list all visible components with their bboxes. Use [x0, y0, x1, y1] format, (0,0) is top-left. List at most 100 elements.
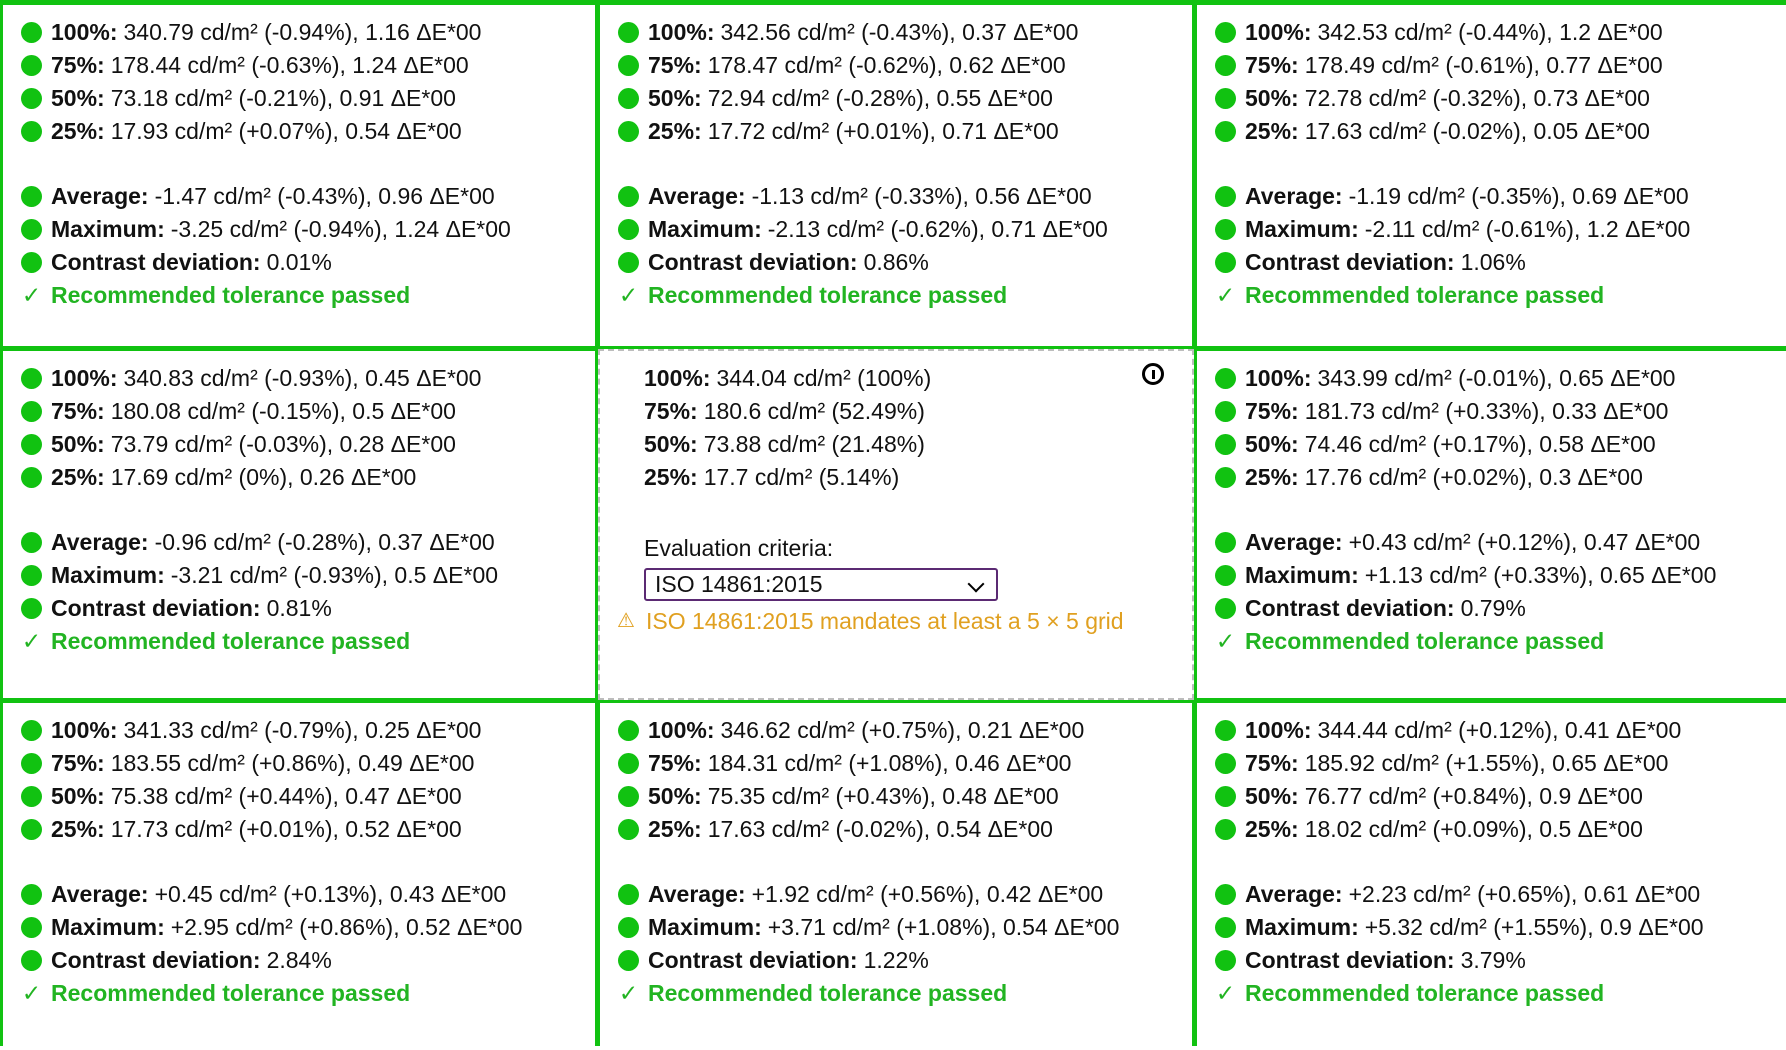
- measurement-value: 0.01%: [266, 249, 332, 275]
- status-dot-icon: [21, 55, 42, 76]
- measurement-label: 75%:: [1245, 750, 1299, 776]
- measurement-value: +0.43 cd/m² (+0.12%), 0.47 ΔE*00: [1348, 529, 1701, 555]
- measurement-value: 1.22%: [863, 947, 929, 973]
- measurement-value: 0.79%: [1460, 595, 1526, 621]
- measurement-line: 50%: 72.94 cd/m² (-0.28%), 0.55 ΔE*00: [618, 82, 1192, 115]
- warning-icon: ⚠: [617, 610, 635, 632]
- measurement-label: Average:: [51, 183, 149, 209]
- measurement-line: 100%: 340.79 cd/m² (-0.94%), 1.16 ΔE*00: [21, 16, 595, 49]
- status-dot-icon: [21, 753, 42, 774]
- measurement-value: -1.13 cd/m² (-0.33%), 0.56 ΔE*00: [751, 183, 1092, 209]
- reference-line-label: 100%:: [644, 365, 711, 391]
- measurement-line: 25%: 17.69 cd/m² (0%), 0.26 ΔE*00: [21, 461, 595, 494]
- measurement-label: Average:: [648, 881, 746, 907]
- measurement-line: 25%: 17.93 cd/m² (+0.07%), 0.54 ΔE*00: [21, 115, 595, 148]
- measurement-value: +1.13 cd/m² (+0.33%), 0.65 ΔE*00: [1364, 562, 1717, 588]
- status-dot-icon: [1215, 467, 1236, 488]
- status-dot-icon: [21, 917, 42, 938]
- warning-text: ISO 14861:2015 mandates at least a 5 × 5…: [646, 608, 1124, 634]
- measurement-value: 72.78 cd/m² (-0.32%), 0.73 ΔE*00: [1304, 85, 1650, 111]
- measurement-line: 100%: 346.62 cd/m² (+0.75%), 0.21 ΔE*00: [618, 714, 1192, 747]
- status-dot-icon: [1215, 401, 1236, 422]
- measurement-value: +2.95 cd/m² (+0.86%), 0.52 ΔE*00: [170, 914, 523, 940]
- reference-line-value: 344.04 cd/m² (100%): [716, 365, 932, 391]
- checkmark-icon: ✓: [21, 282, 42, 308]
- measurement-label: Average:: [648, 183, 746, 209]
- status-dot-icon: [1215, 532, 1236, 553]
- measurement-value: 342.53 cd/m² (-0.44%), 1.2 ΔE*00: [1317, 19, 1663, 45]
- measurement-label: 25%:: [51, 118, 105, 144]
- measurement-line: 75%: 178.44 cd/m² (-0.63%), 1.24 ΔE*00: [21, 49, 595, 82]
- checkmark-icon: ✓: [21, 628, 42, 654]
- evaluation-criteria-select[interactable]: ISO 14861:2015: [644, 568, 998, 601]
- measurement-line: 100%: 343.99 cd/m² (-0.01%), 0.65 ΔE*00: [1215, 362, 1786, 395]
- measurement-label: 25%:: [648, 118, 702, 144]
- tolerance-status: ✓ Recommended tolerance passed: [618, 977, 1192, 1010]
- status-dot-icon: [1215, 22, 1236, 43]
- measurement-label: Contrast deviation:: [51, 249, 261, 275]
- grid-size-warning: ⚠ ISO 14861:2015 mandates at least a 5 × …: [614, 605, 1192, 638]
- measurement-value: -1.47 cd/m² (-0.43%), 0.96 ΔE*00: [154, 183, 495, 209]
- evaluation-criteria-label: Evaluation criteria:: [644, 535, 834, 561]
- measurement-line: 50%: 74.46 cd/m² (+0.17%), 0.58 ΔE*00: [1215, 428, 1786, 461]
- measurement-line: 75%: 185.92 cd/m² (+1.55%), 0.65 ΔE*00: [1215, 747, 1786, 780]
- measurement-value: 344.44 cd/m² (+0.12%), 0.41 ΔE*00: [1317, 717, 1682, 743]
- measurement-label: Contrast deviation:: [51, 947, 261, 973]
- measurement-label: Contrast deviation:: [1245, 947, 1455, 973]
- measurement-label: Contrast deviation:: [1245, 249, 1455, 275]
- status-dot-icon: [618, 720, 639, 741]
- measurement-line: 100%: 342.56 cd/m² (-0.43%), 0.37 ΔE*00: [618, 16, 1192, 49]
- measurement-label: 25%:: [1245, 118, 1299, 144]
- measurement-value: 17.69 cd/m² (0%), 0.26 ΔE*00: [110, 464, 417, 490]
- tolerance-status: ✓ Recommended tolerance passed: [618, 279, 1192, 312]
- status-dot-icon: [618, 819, 639, 840]
- measurement-value: 17.73 cd/m² (+0.01%), 0.52 ΔE*00: [110, 816, 462, 842]
- measurement-label: 25%:: [648, 816, 702, 842]
- measurement-value: 0.86%: [863, 249, 929, 275]
- measurement-label: 75%:: [648, 750, 702, 776]
- measurement-value: 17.63 cd/m² (-0.02%), 0.05 ΔE*00: [1304, 118, 1650, 144]
- measurement-value: -3.21 cd/m² (-0.93%), 0.5 ΔE*00: [170, 562, 499, 588]
- measurement-value: 75.38 cd/m² (+0.44%), 0.47 ΔE*00: [110, 783, 462, 809]
- measurement-line: Average: -1.13 cd/m² (-0.33%), 0.56 ΔE*00: [618, 180, 1192, 213]
- measurement-value: +3.71 cd/m² (+1.08%), 0.54 ΔE*00: [767, 914, 1120, 940]
- measurement-value: 75.35 cd/m² (+0.43%), 0.48 ΔE*00: [707, 783, 1059, 809]
- status-dot-icon: [21, 565, 42, 586]
- measurement-line: Average: -0.96 cd/m² (-0.28%), 0.37 ΔE*00: [21, 526, 595, 559]
- measurement-label: 50%:: [1245, 431, 1299, 457]
- measurement-label: Maximum:: [648, 914, 762, 940]
- measurement-value: 2.84%: [266, 947, 332, 973]
- measurement-label: Maximum:: [1245, 216, 1359, 242]
- measurement-line: 75%: 184.31 cd/m² (+1.08%), 0.46 ΔE*00: [618, 747, 1192, 780]
- measurement-label: 25%:: [51, 464, 105, 490]
- status-dot-icon: [21, 720, 42, 741]
- reference-line-value: 73.88 cd/m² (21.48%): [703, 431, 925, 457]
- measurement-cell: 100%: 340.79 cd/m² (-0.94%), 1.16 ΔE*00 75…: [3, 5, 595, 346]
- tolerance-status: ✓ Recommended tolerance passed: [21, 625, 595, 658]
- measurement-label: 75%:: [51, 398, 105, 424]
- reference-line-label: 75%:: [644, 398, 698, 424]
- info-icon[interactable]: [1142, 363, 1164, 385]
- measurement-line: 100%: 342.53 cd/m² (-0.44%), 1.2 ΔE*00: [1215, 16, 1786, 49]
- measurement-line: Maximum: -3.21 cd/m² (-0.93%), 0.5 ΔE*00: [21, 559, 595, 592]
- measurement-line: Contrast deviation: 0.86%: [618, 246, 1192, 279]
- status-dot-icon: [1215, 819, 1236, 840]
- tolerance-status: ✓ Recommended tolerance passed: [21, 279, 595, 312]
- status-dot-icon: [1215, 434, 1236, 455]
- status-dot-icon: [1215, 786, 1236, 807]
- status-dot-icon: [1215, 720, 1236, 741]
- measurement-value: 17.72 cd/m² (+0.01%), 0.71 ΔE*00: [707, 118, 1059, 144]
- checkmark-icon: ✓: [1215, 282, 1236, 308]
- status-dot-icon: [618, 753, 639, 774]
- measurement-line: Maximum: +1.13 cd/m² (+0.33%), 0.65 ΔE*00: [1215, 559, 1786, 592]
- measurement-line: Average: -1.47 cd/m² (-0.43%), 0.96 ΔE*00: [21, 180, 595, 213]
- measurement-line: Maximum: +2.95 cd/m² (+0.86%), 0.52 ΔE*00: [21, 911, 595, 944]
- measurement-line: 75%: 178.47 cd/m² (-0.62%), 0.62 ΔE*00: [618, 49, 1192, 82]
- status-dot-icon: [1215, 88, 1236, 109]
- measurement-value: -2.13 cd/m² (-0.62%), 0.71 ΔE*00: [767, 216, 1108, 242]
- measurement-value: 178.44 cd/m² (-0.63%), 1.24 ΔE*00: [110, 52, 469, 78]
